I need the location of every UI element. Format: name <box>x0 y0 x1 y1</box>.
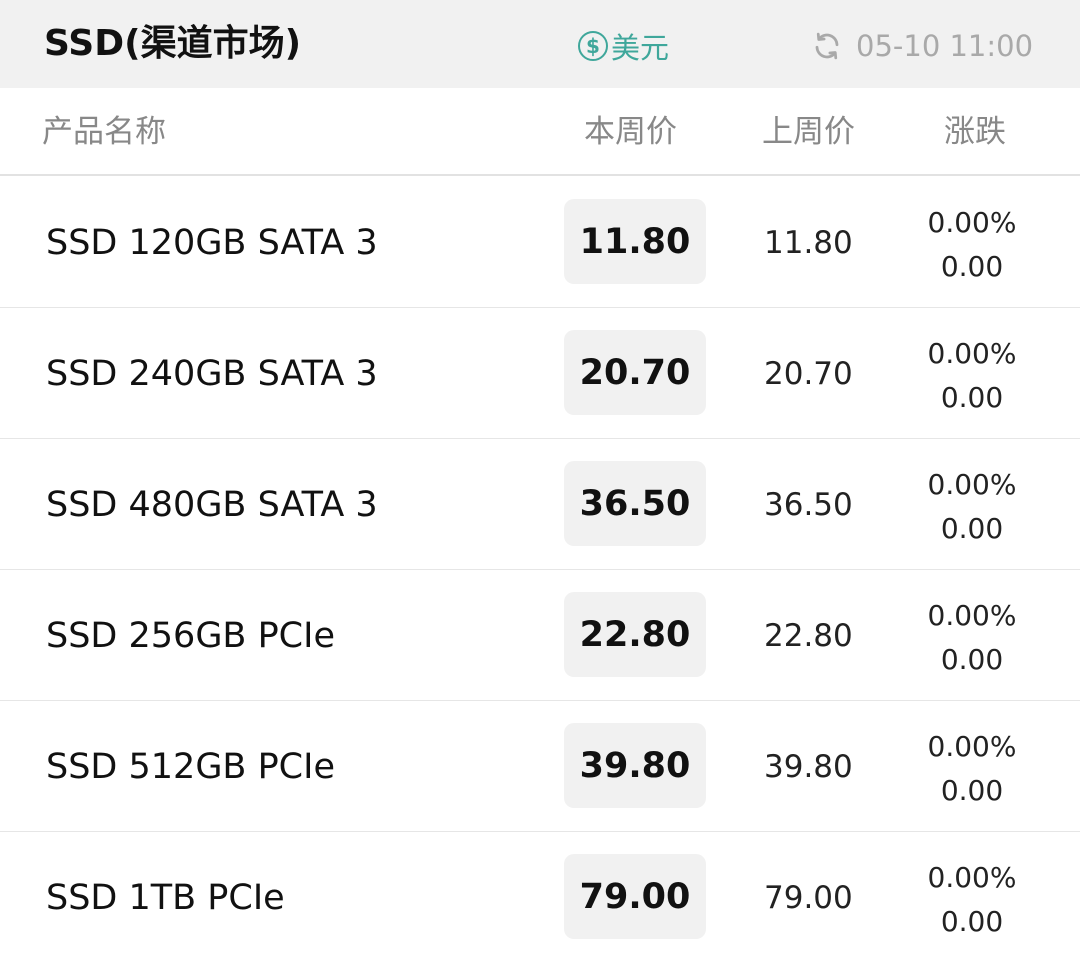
currency-toggle[interactable]: $ 美元 <box>578 26 669 66</box>
column-header-name: 产品名称 <box>42 114 166 150</box>
this-week-price: 36.50 <box>564 461 706 546</box>
product-name: SSD 256GB PCIe <box>46 616 335 656</box>
product-name: SSD 120GB SATA 3 <box>46 223 378 263</box>
change-amount: 0.00 <box>940 250 1004 283</box>
this-week-price: 20.70 <box>564 330 706 415</box>
column-header-change[interactable]: 涨跌 <box>944 112 1006 152</box>
change-amount: 0.00 <box>940 905 1004 938</box>
product-name: SSD 1TB PCIe <box>46 878 285 918</box>
top-bar: SSD(渠道市场) $ 美元 05-10 11:00 <box>0 0 1080 88</box>
price-change: 0.00% 0.00 <box>910 201 1034 289</box>
table-row[interactable]: SSD 256GB PCIe 22.80 22.80 0.00% 0.00 <box>0 570 1080 701</box>
last-week-price: 20.70 <box>764 356 853 392</box>
table-row[interactable]: SSD 480GB SATA 3 36.50 36.50 0.00% 0.00 <box>0 439 1080 570</box>
page-title: SSD(渠道市场) <box>44 23 302 64</box>
price-table: SSD 120GB SATA 3 11.80 11.80 0.00% 0.00 … <box>0 177 1080 954</box>
last-week-price: 36.50 <box>764 487 853 523</box>
table-row[interactable]: SSD 120GB SATA 3 11.80 11.80 0.00% 0.00 <box>0 177 1080 308</box>
price-change: 0.00% 0.00 <box>910 332 1034 420</box>
update-time: 05-10 11:00 <box>856 29 1034 63</box>
change-percent: 0.00% <box>927 730 1017 763</box>
price-change: 0.00% 0.00 <box>910 594 1034 682</box>
refresh-icon <box>815 32 839 60</box>
change-percent: 0.00% <box>927 861 1017 894</box>
dollar-icon: $ <box>578 31 608 61</box>
change-percent: 0.00% <box>927 468 1017 501</box>
price-change: 0.00% 0.00 <box>910 463 1034 551</box>
column-header-last-week[interactable]: 上周价 <box>762 112 855 152</box>
table-row[interactable]: SSD 240GB SATA 3 20.70 20.70 0.00% 0.00 <box>0 308 1080 439</box>
product-name: SSD 480GB SATA 3 <box>46 485 378 525</box>
change-amount: 0.00 <box>940 512 1004 545</box>
this-week-price: 22.80 <box>564 592 706 677</box>
currency-label: 美元 <box>611 31 670 65</box>
column-header-row: 产品名称 本周价 上周价 涨跌 <box>0 88 1080 176</box>
change-percent: 0.00% <box>927 206 1017 239</box>
product-name: SSD 512GB PCIe <box>46 747 335 787</box>
price-change: 0.00% 0.00 <box>910 725 1034 813</box>
last-week-price: 39.80 <box>764 749 853 785</box>
this-week-price: 11.80 <box>564 199 706 284</box>
change-amount: 0.00 <box>940 774 1004 807</box>
this-week-price: 79.00 <box>564 854 706 939</box>
change-percent: 0.00% <box>927 599 1017 632</box>
last-week-price: 22.80 <box>764 618 853 654</box>
last-week-price: 11.80 <box>764 225 853 261</box>
price-change: 0.00% 0.00 <box>910 856 1034 944</box>
product-name: SSD 240GB SATA 3 <box>46 354 378 394</box>
change-percent: 0.00% <box>927 337 1017 370</box>
table-row[interactable]: SSD 1TB PCIe 79.00 79.00 0.00% 0.00 <box>0 832 1080 954</box>
this-week-price: 39.80 <box>564 723 706 808</box>
table-row[interactable]: SSD 512GB PCIe 39.80 39.80 0.00% 0.00 <box>0 701 1080 832</box>
price-list-page: SSD(渠道市场) $ 美元 05-10 11:00 产品名称 本周价 上周价 … <box>0 0 1080 954</box>
change-amount: 0.00 <box>940 381 1004 414</box>
column-header-this-week[interactable]: 本周价 <box>584 112 677 152</box>
change-amount: 0.00 <box>940 643 1004 676</box>
refresh-button[interactable]: 05-10 11:00 <box>812 26 1033 66</box>
last-week-price: 79.00 <box>764 880 853 916</box>
